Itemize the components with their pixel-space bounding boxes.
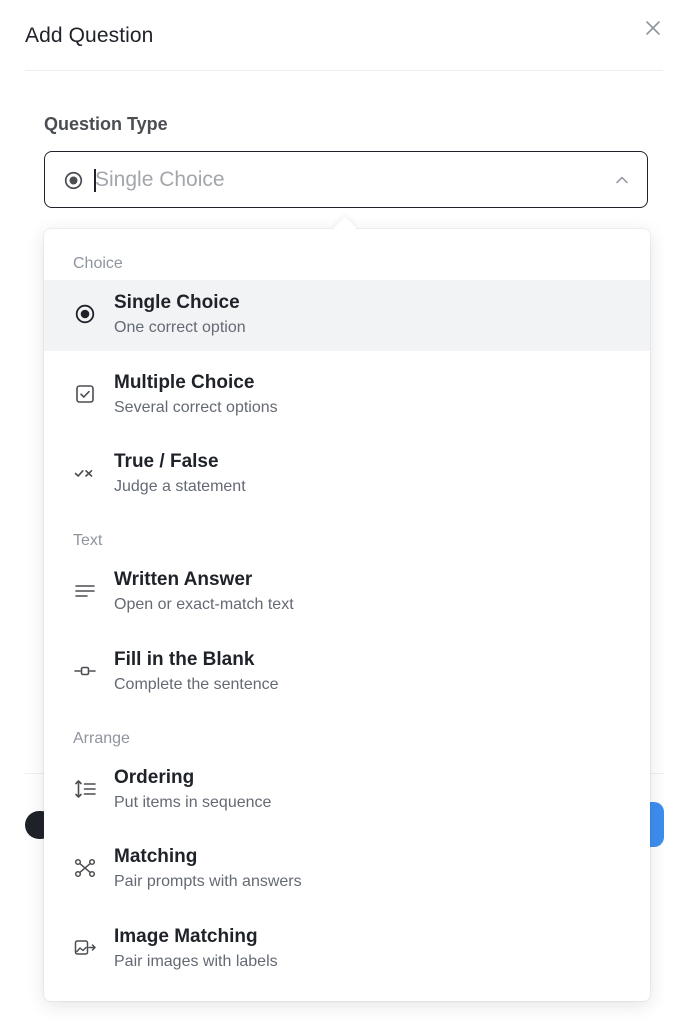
checkbox-icon — [76, 385, 94, 403]
option-title: Matching — [114, 846, 198, 867]
option-description: Open or exact-match text — [114, 596, 294, 613]
option-description: Put items in sequence — [114, 794, 272, 811]
modal-header: Add Question — [25, 0, 663, 71]
option-fill-in-the-blank[interactable]: Fill in the Blank Complete the sentence — [44, 637, 650, 708]
option-description: Pair prompts with answers — [114, 873, 302, 890]
radio-icon — [75, 304, 95, 324]
chevron-up-icon[interactable] — [614, 172, 630, 188]
option-ordering[interactable]: Ordering Put items in sequence — [44, 755, 650, 826]
option-title: Ordering — [114, 767, 195, 788]
check-cross-icon — [74, 470, 93, 477]
group-label-choice: Choice — [73, 255, 123, 272]
ordering-icon — [75, 780, 96, 798]
option-description: Several correct options — [114, 399, 278, 416]
option-true-false[interactable]: True / False Judge a statement — [44, 439, 650, 510]
option-image-matching[interactable]: Image Matching Pair images with labels — [44, 914, 650, 985]
option-title: Multiple Choice — [114, 372, 255, 393]
group-label-text: Text — [73, 532, 103, 549]
option-title: True / False — [114, 451, 219, 472]
option-title: Written Answer — [114, 569, 253, 590]
matching-icon — [74, 858, 96, 878]
question-type-dropdown: Choice Single Choice One correct option … — [44, 229, 650, 1001]
close-icon — [646, 21, 660, 35]
option-multiple-choice[interactable]: Multiple Choice Several correct options — [44, 360, 650, 431]
option-title: Fill in the Blank — [114, 649, 255, 670]
form-divider — [25, 773, 45, 774]
question-type-search-input[interactable] — [95, 166, 575, 194]
option-title: Image Matching — [114, 926, 258, 947]
option-title: Single Choice — [114, 292, 240, 313]
image-matching-icon — [74, 940, 96, 955]
option-description: One correct option — [114, 319, 246, 336]
option-description: Pair images with labels — [114, 953, 278, 970]
option-single-choice[interactable]: Single Choice One correct option — [44, 280, 650, 351]
form-divider — [650, 773, 664, 774]
close-button[interactable] — [641, 16, 665, 40]
option-description: Judge a statement — [114, 478, 246, 495]
modal-title: Add Question — [25, 24, 154, 47]
option-matching[interactable]: Matching Pair prompts with answers — [44, 834, 650, 905]
radio-icon — [64, 171, 83, 190]
option-description: Complete the sentence — [114, 676, 279, 693]
question-type-select[interactable] — [44, 151, 648, 208]
option-written-answer[interactable]: Written Answer Open or exact-match text — [44, 557, 650, 628]
question-type-label: Question Type — [44, 114, 168, 134]
text-lines-icon — [75, 585, 95, 597]
add-question-modal: Add Question Question Type Choice — [0, 0, 683, 1024]
blank-slot-icon — [74, 666, 96, 676]
group-label-arrange: Arrange — [73, 730, 130, 747]
